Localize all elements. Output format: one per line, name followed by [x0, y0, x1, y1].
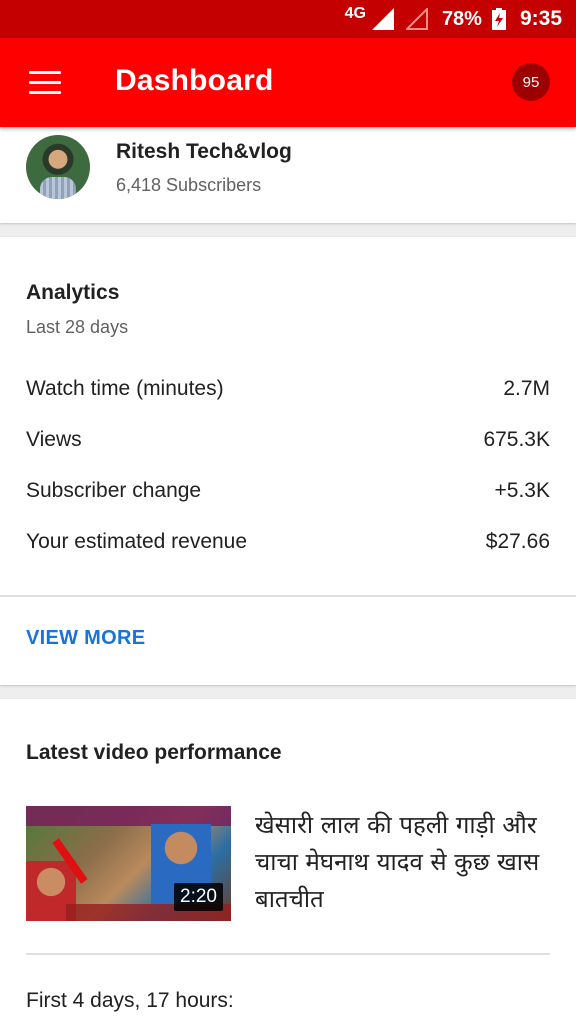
subscriber-count: 6,418 Subscribers [116, 175, 262, 195]
metric-label: Subscriber change [26, 479, 202, 502]
analytics-title: Analytics [26, 281, 120, 304]
app-bar: Dashboard 95 [0, 38, 576, 127]
performance-period: First 4 days, 17 hours: [26, 989, 234, 1012]
metric-value: 2.7M [503, 377, 550, 400]
metric-label: Your estimated revenue [26, 530, 248, 553]
signal-empty-icon [405, 8, 428, 30]
avatar [26, 135, 90, 199]
menu-icon[interactable] [29, 71, 61, 95]
network-type: 4G [344, 5, 366, 22]
latest-video-title: Latest video performance [26, 741, 282, 764]
metric-label: Views [26, 428, 82, 451]
metric-row: Watch time (minutes) 2.7M [26, 377, 550, 401]
metric-value: $27.66 [485, 530, 550, 553]
divider [26, 953, 550, 955]
metric-value: +5.3K [494, 479, 550, 502]
latest-video-card: Latest video performance 2:20 खेसारी लाल… [0, 699, 576, 1024]
metric-row: Subscriber change +5.3K [26, 479, 550, 503]
battery-percent: 78% [441, 7, 482, 30]
signal-icon [371, 8, 394, 30]
video-thumbnail[interactable]: 2:20 [26, 806, 231, 921]
analytics-card: Analytics Last 28 days Watch time (minut… [0, 237, 576, 685]
metric-value: 675.3K [483, 428, 550, 451]
clock: 9:35 [519, 7, 562, 30]
channel-card[interactable]: Ritesh Tech&vlog 6,418 Subscribers [0, 127, 576, 223]
divider [0, 595, 576, 597]
video-duration: 2:20 [174, 883, 223, 911]
page-title: Dashboard [115, 64, 274, 97]
analytics-period: Last 28 days [26, 317, 129, 337]
view-more-button[interactable]: VIEW MORE [26, 627, 145, 650]
metric-row: Views 675.3K [26, 428, 550, 452]
metric-label: Watch time (minutes) [26, 377, 224, 400]
video-title[interactable]: खेसारी लाल की पहली गाड़ी और चाचा मेघनाथ … [255, 807, 555, 918]
notification-badge[interactable]: 95 [512, 63, 550, 101]
battery-charging-icon [491, 8, 506, 30]
channel-name: Ritesh Tech&vlog [116, 140, 292, 163]
status-bar: 4G 78% 9:35 [0, 0, 576, 38]
metric-row: Your estimated revenue $27.66 [26, 530, 550, 554]
